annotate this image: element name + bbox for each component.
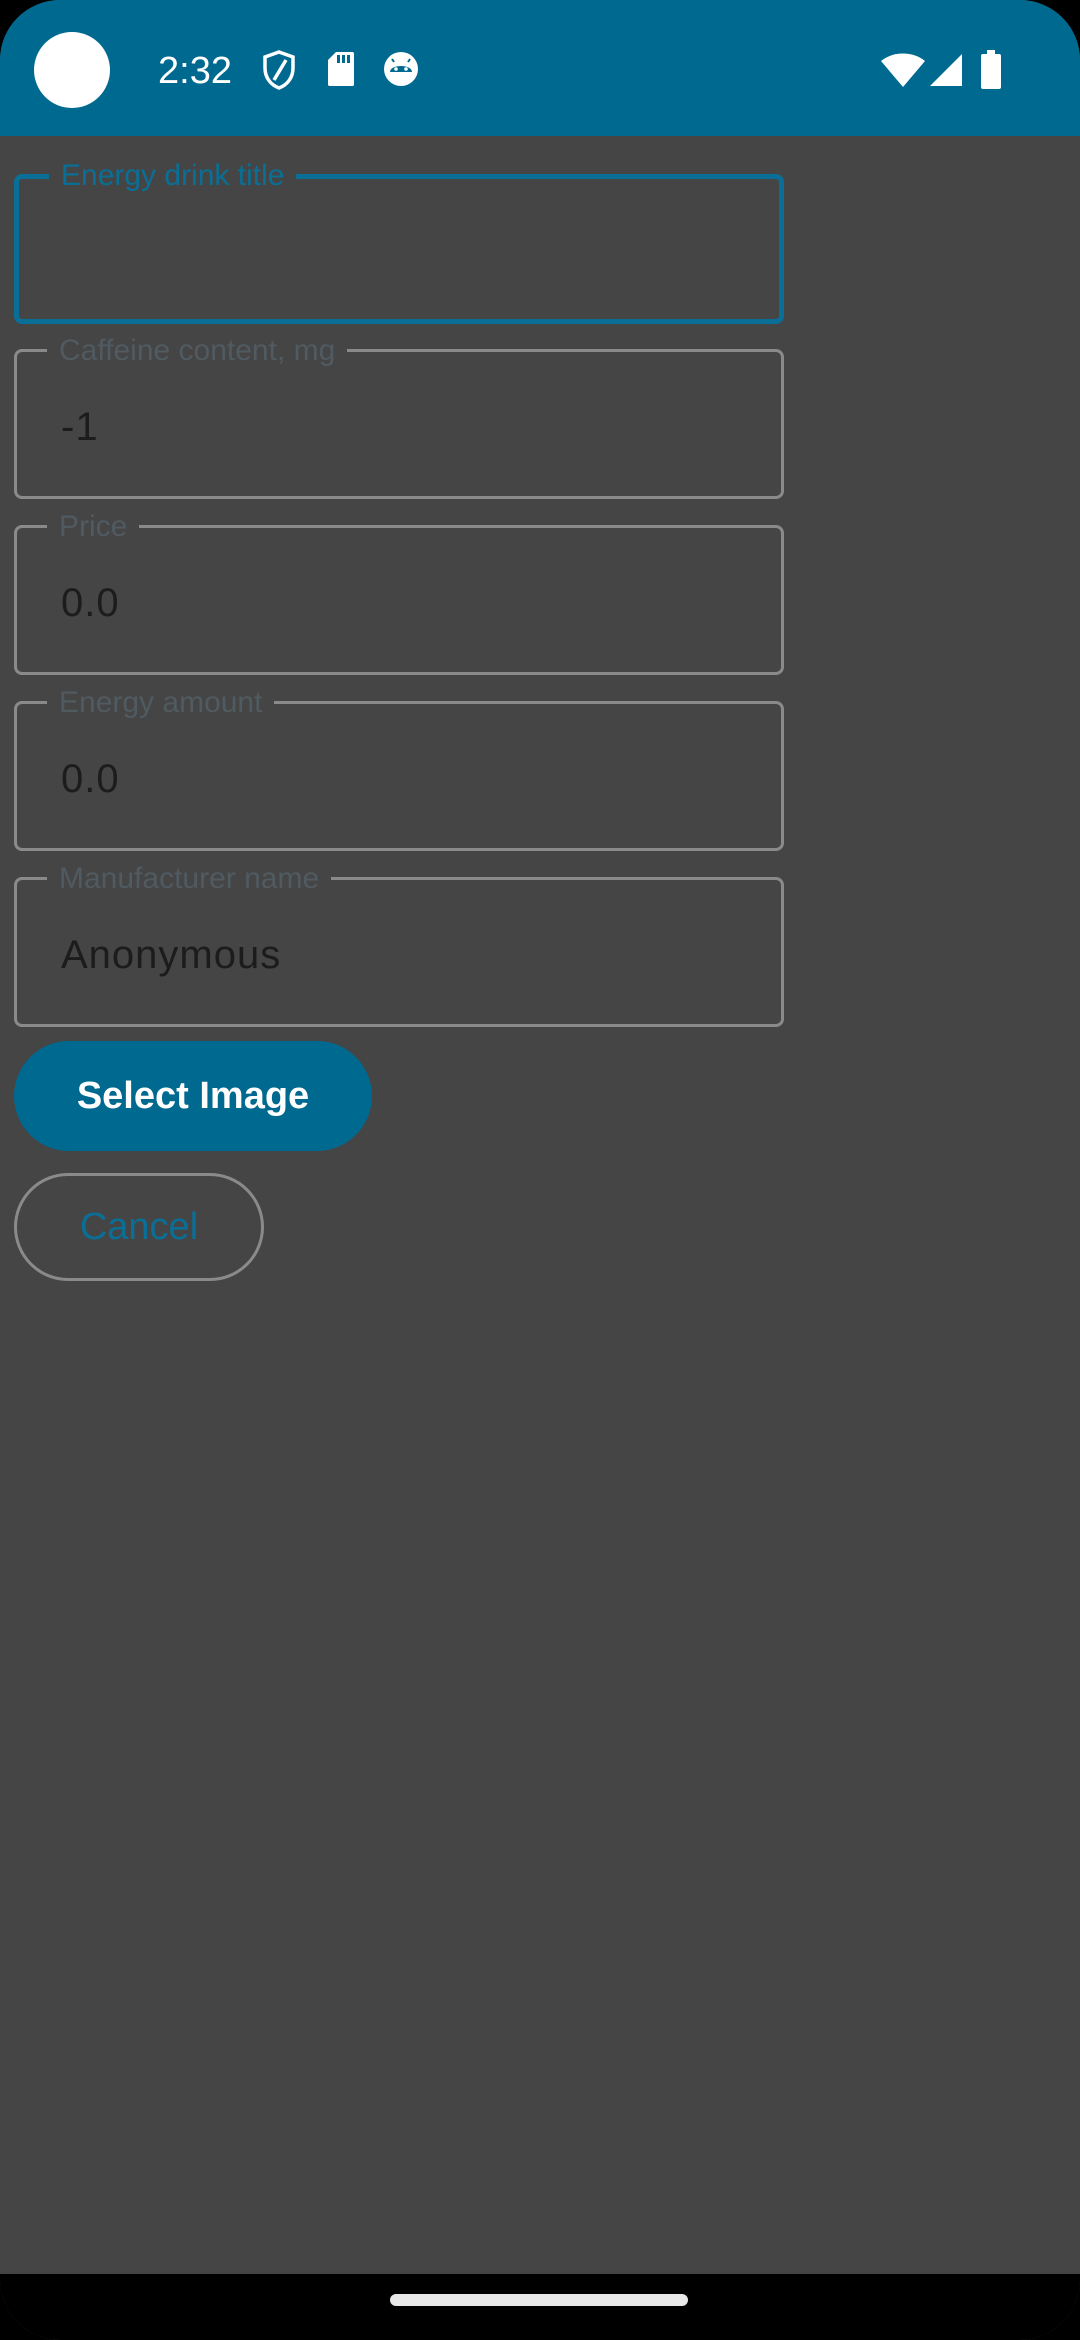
app-screen: 2:32 Energy drink title Caffeine content… bbox=[0, 0, 1080, 2340]
cancel-button[interactable]: Cancel bbox=[14, 1173, 264, 1281]
caffeine-content-value: -1 bbox=[61, 405, 99, 449]
sd-card-icon bbox=[326, 50, 356, 88]
shield-icon bbox=[262, 50, 296, 90]
manufacturer-name-value: Anonymous bbox=[61, 933, 282, 977]
energy-drink-title-label: Energy drink title bbox=[49, 159, 297, 193]
select-image-button[interactable]: Select Image bbox=[14, 1041, 372, 1151]
manufacturer-name-field[interactable]: Manufacturer name Anonymous bbox=[14, 862, 784, 1027]
android-face-icon bbox=[382, 50, 420, 88]
price-value: 0.0 bbox=[61, 581, 120, 625]
energy-amount-value: 0.0 bbox=[61, 757, 120, 801]
price-label: Price bbox=[47, 510, 140, 544]
camera-cutout bbox=[34, 32, 110, 108]
energy-amount-field[interactable]: Energy amount 0.0 bbox=[14, 686, 784, 851]
energy-amount-label: Energy amount bbox=[47, 686, 275, 720]
navigation-bar bbox=[0, 2274, 1080, 2340]
status-bar: 2:32 bbox=[0, 0, 1080, 136]
home-indicator[interactable] bbox=[390, 2294, 688, 2306]
caffeine-content-label: Caffeine content, mg bbox=[47, 334, 348, 368]
status-time: 2:32 bbox=[158, 50, 232, 92]
battery-icon bbox=[980, 50, 1002, 90]
price-field[interactable]: Price 0.0 bbox=[14, 510, 784, 675]
energy-drink-title-field[interactable]: Energy drink title bbox=[14, 159, 784, 324]
manufacturer-name-label: Manufacturer name bbox=[47, 862, 332, 896]
wifi-icon bbox=[880, 52, 926, 88]
cell-signal-icon bbox=[928, 52, 964, 88]
caffeine-content-field[interactable]: Caffeine content, mg -1 bbox=[14, 334, 784, 499]
